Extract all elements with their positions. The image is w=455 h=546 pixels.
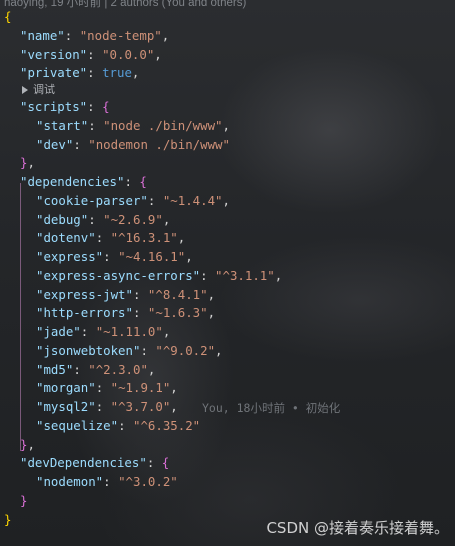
json-key: "nodemon" — [36, 474, 104, 489]
json-key: "name" — [20, 27, 65, 43]
json-key: "private" — [20, 65, 88, 81]
code-line: } — [20, 492, 28, 508]
json-key: "dotenv" — [36, 230, 96, 246]
json-string: "~4.16.1" — [118, 249, 186, 264]
code-line: "sequelize": "^6.35.2" — [36, 417, 201, 433]
code-line: "dev": "nodemon ./bin/www" — [36, 136, 230, 152]
code-line: "jade": "~1.11.0", — [36, 324, 171, 339]
json-string: "^9.0.2" — [155, 342, 216, 358]
json-key: "devDependencies" — [20, 455, 147, 471]
json-string: "~1.11.0" — [95, 324, 163, 339]
code-line: "version": "0.0.0", — [20, 46, 162, 62]
json-string: "^6.35.2" — [132, 417, 201, 433]
code-line: "cookie-parser": "~1.4.4", — [36, 192, 230, 208]
json-string: "~2.6.9" — [103, 211, 163, 227]
json-key: "mysql2" — [36, 399, 96, 414]
json-string: "nodemon ./bin/www" — [88, 136, 230, 152]
root-open-brace: { — [4, 9, 12, 24]
code-line: "scripts": { — [20, 99, 110, 114]
json-string: "^3.7.0" — [110, 399, 171, 414]
root-close-brace: } — [4, 511, 12, 527]
inline-git-blame[interactable]: You, 18小时前 • 初始化 — [202, 400, 340, 416]
json-key: "scripts" — [20, 99, 88, 114]
json-key: "morgan" — [36, 380, 96, 396]
code-line: "express-jwt": "^8.4.1", — [36, 286, 216, 302]
json-string: "~1.9.1" — [110, 380, 171, 396]
json-key: "express-jwt" — [36, 286, 133, 302]
code-line: "http-errors": "~1.6.3", — [36, 305, 216, 321]
code-line: { — [0, 8, 455, 27]
json-string: "^3.0.2" — [118, 474, 178, 489]
json-string: "node ./bin/www" — [103, 117, 223, 133]
json-string: "^2.3.0" — [88, 361, 148, 377]
json-key: "cookie-parser" — [36, 192, 148, 208]
code-line: "debug": "~2.6.9", — [36, 211, 171, 227]
json-string: "^3.1.1" — [215, 267, 275, 283]
code-line: "morgan": "~1.9.1", — [36, 380, 178, 396]
json-key: "dev" — [36, 136, 74, 152]
code-line: "dependencies": { — [20, 174, 147, 189]
json-boolean: true — [102, 65, 132, 81]
csdn-watermark: CSDN @接着奏乐接着舞。 — [266, 519, 449, 537]
json-key: "http-errors" — [36, 305, 133, 321]
code-line: "private": true, — [20, 65, 140, 81]
code-line: "nodemon": "^3.0.2" — [36, 474, 178, 489]
code-line: "md5": "^2.3.0", — [36, 361, 156, 377]
code-line: "express-async-errors": "^3.1.1", — [36, 267, 283, 283]
code-line: "jsonwebtoken": "^9.0.2", — [36, 342, 223, 358]
code-line: "name": "node-temp", — [20, 27, 170, 43]
json-key: "jsonwebtoken" — [36, 342, 141, 358]
json-string: "node-temp" — [79, 27, 162, 43]
code-line: }, — [20, 436, 35, 452]
json-key: "express-async-errors" — [36, 267, 201, 283]
debug-codelens[interactable]: 调试 — [0, 83, 455, 98]
git-blame-header[interactable]: haoying, 19 小时前 | 2 authors (You and oth… — [4, 0, 246, 10]
json-key: "sequelize" — [36, 417, 119, 433]
json-string: "~1.4.4" — [162, 192, 223, 208]
code-line: "dotenv": "^16.3.1", — [36, 230, 186, 246]
json-key: "version" — [20, 46, 88, 62]
json-key: "jade" — [36, 324, 81, 339]
json-key: "debug" — [36, 211, 89, 227]
code-line: }, — [20, 155, 35, 171]
json-string: "^8.4.1" — [147, 286, 208, 302]
code-line: "express": "~4.16.1", — [36, 249, 193, 264]
json-string: "^16.3.1" — [110, 230, 178, 246]
debug-codelens-label: 调试 — [33, 84, 55, 96]
code-line: "devDependencies": { — [20, 455, 170, 471]
json-key: "md5" — [36, 361, 74, 377]
json-string: "~1.6.3" — [147, 305, 208, 321]
code-editor[interactable]: { "name": "node-temp", "version": "0.0.0… — [0, 8, 455, 546]
json-key: "dependencies" — [20, 174, 125, 189]
code-line: "start": "node ./bin/www", — [36, 117, 230, 133]
json-key: "start" — [36, 117, 89, 133]
json-string: "0.0.0" — [102, 46, 155, 62]
json-key: "express" — [36, 249, 104, 264]
play-icon — [22, 86, 28, 95]
